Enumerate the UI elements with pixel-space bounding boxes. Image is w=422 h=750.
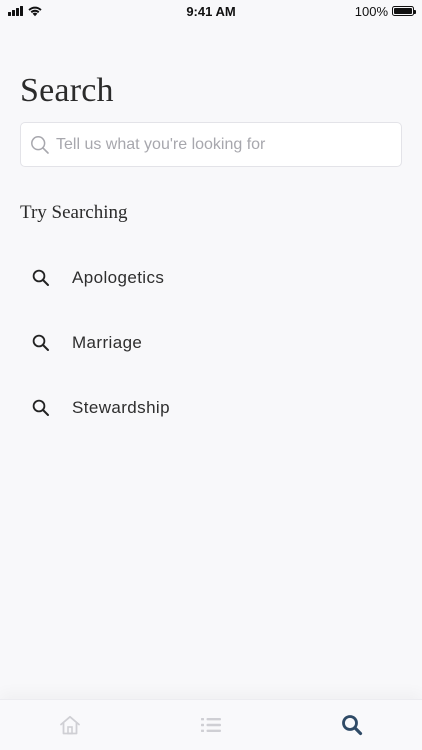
page-title: Search	[20, 72, 114, 109]
tab-search[interactable]	[282, 700, 422, 750]
search-field[interactable]	[20, 122, 402, 167]
try-searching-heading: Try Searching	[20, 202, 128, 223]
list-icon	[200, 718, 221, 732]
suggestion-list: Apologetics Marriage Stewardship	[0, 245, 422, 440]
suggestion-label: Stewardship	[72, 397, 170, 417]
wifi-icon	[28, 6, 42, 17]
status-left	[8, 5, 43, 17]
tab-bar	[0, 699, 422, 750]
battery-fill	[394, 8, 412, 14]
status-bar: 9:41 AM 100%	[0, 0, 422, 22]
suggestion-label: Apologetics	[72, 267, 165, 287]
status-time: 9:41 AM	[186, 3, 236, 19]
suggestion-label: Marriage	[72, 332, 143, 352]
search-icon	[32, 269, 50, 287]
suggestion-item-marriage[interactable]: Marriage	[0, 310, 422, 375]
search-icon	[32, 399, 50, 417]
cellular-signal-icon	[8, 6, 23, 16]
battery-percentage: 100%	[354, 3, 388, 19]
tab-list[interactable]	[141, 700, 281, 750]
home-icon	[60, 715, 81, 735]
search-icon	[30, 135, 50, 155]
status-right: 100%	[354, 3, 416, 19]
search-icon	[32, 334, 50, 352]
tab-home[interactable]	[0, 700, 140, 750]
search-input[interactable]	[56, 135, 376, 154]
battery-icon	[392, 6, 416, 16]
suggestion-item-stewardship[interactable]: Stewardship	[0, 375, 422, 440]
suggestion-item-apologetics[interactable]: Apologetics	[0, 245, 422, 310]
search-icon	[341, 715, 362, 736]
